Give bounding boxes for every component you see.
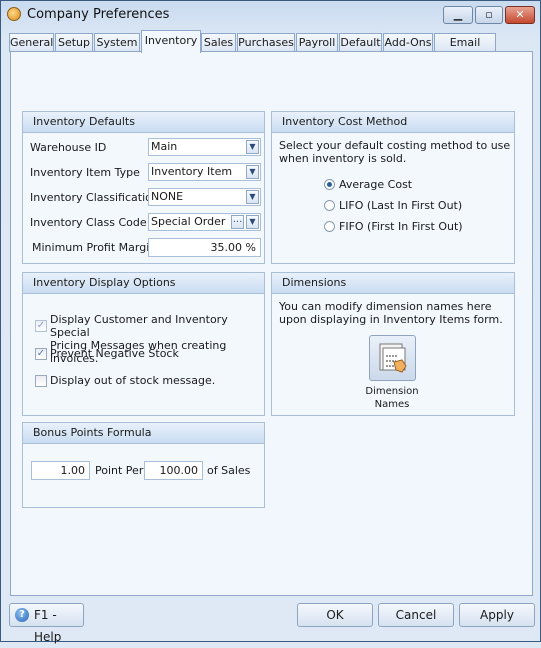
help-button[interactable]: ? F1 - Help bbox=[9, 603, 84, 644]
classification-value: NONE bbox=[151, 190, 184, 203]
prevent-negative-stock-label: Prevent Negative Stock bbox=[50, 347, 179, 360]
tab-setup[interactable]: Setup bbox=[55, 33, 93, 52]
apply-button[interactable]: Apply bbox=[459, 603, 535, 627]
of-sales-label: of Sales bbox=[207, 464, 251, 477]
group-title: Dimensions bbox=[272, 273, 514, 294]
classification-label: Inventory Classification bbox=[30, 191, 159, 204]
min-profit-label: Minimum Profit Margin bbox=[32, 241, 157, 254]
inventory-defaults-group: Inventory Defaults Warehouse ID Main ▼ In… bbox=[22, 111, 265, 264]
maximize-button[interactable]: ▫ bbox=[475, 6, 503, 24]
inventory-tab-panel: Inventory Defaults Warehouse ID Main ▼ In… bbox=[10, 51, 533, 596]
prevent-negative-stock-checkbox[interactable]: ✓ bbox=[35, 348, 47, 360]
item-type-label: Inventory Item Type bbox=[30, 166, 140, 179]
dimension-names-button[interactable] bbox=[369, 335, 416, 381]
dimension-names-label: Dimension Names bbox=[365, 386, 419, 410]
cancel-button[interactable]: Cancel bbox=[378, 603, 454, 627]
company-preferences-window: Company Preferences ▁ ▫ ✕ General Setup … bbox=[0, 0, 541, 644]
fifo-radio[interactable] bbox=[324, 221, 335, 232]
title-bar[interactable]: Company Preferences ▁ ▫ ✕ bbox=[1, 1, 540, 29]
tab-payroll[interactable]: Payroll bbox=[296, 33, 338, 52]
help-icon: ? bbox=[15, 608, 29, 622]
tab-general[interactable]: General bbox=[9, 33, 54, 52]
close-icon: ✕ bbox=[515, 8, 525, 21]
tab-system[interactable]: System bbox=[94, 33, 140, 52]
tab-purchases[interactable]: Purchases bbox=[237, 33, 295, 52]
group-title: Inventory Defaults bbox=[23, 112, 264, 133]
class-code-value: Special Order bbox=[151, 215, 226, 228]
warehouse-id-label: Warehouse ID bbox=[30, 141, 107, 154]
class-code-select[interactable]: Special Order... ▼ bbox=[148, 213, 261, 231]
item-type-value: Inventory Item bbox=[151, 165, 233, 178]
chevron-down-icon[interactable]: ▼ bbox=[246, 190, 259, 204]
points-input[interactable]: 1.00 bbox=[31, 461, 90, 480]
sales-amount-input[interactable]: 100.00 bbox=[144, 461, 203, 480]
app-logo-icon bbox=[7, 7, 21, 21]
average-cost-radio[interactable] bbox=[324, 179, 335, 190]
display-options-group: Inventory Display Options ✓ Display Cust… bbox=[22, 272, 265, 416]
close-button[interactable]: ✕ bbox=[505, 6, 535, 24]
group-title: Inventory Cost Method bbox=[272, 112, 514, 133]
chevron-down-icon[interactable]: ▼ bbox=[246, 165, 259, 179]
form-edit-icon bbox=[379, 343, 407, 373]
ok-button[interactable]: OK bbox=[297, 603, 373, 627]
class-code-label: Inventory Class Code bbox=[30, 216, 147, 229]
cost-method-group: Inventory Cost Method Select your defaul… bbox=[271, 111, 515, 264]
lifo-label[interactable]: LIFO (Last In First Out) bbox=[339, 199, 462, 212]
classification-select[interactable]: NONE ▼ bbox=[148, 188, 261, 206]
point-per-label: Point Per bbox=[95, 464, 144, 477]
bonus-points-group: Bonus Points Formula 1.00 Point Per 100.… bbox=[22, 422, 265, 508]
maximize-icon: ▫ bbox=[485, 8, 493, 21]
min-profit-input[interactable]: 35.00 % bbox=[148, 238, 261, 257]
window-title: Company Preferences bbox=[27, 7, 170, 22]
tab-sales[interactable]: Sales bbox=[201, 33, 236, 52]
warehouse-id-select[interactable]: Main ▼ bbox=[148, 138, 261, 156]
dimensions-description: You can modify dimension names here upon… bbox=[279, 300, 503, 326]
browse-button[interactable]: ... bbox=[231, 215, 244, 229]
item-type-select[interactable]: Inventory Item ▼ bbox=[148, 163, 261, 181]
tab-add-ons[interactable]: Add-Ons bbox=[383, 33, 433, 52]
out-of-stock-message-checkbox[interactable] bbox=[35, 375, 47, 387]
tab-email-setup[interactable]: Email Setup bbox=[434, 33, 496, 66]
minimize-icon: ▁ bbox=[453, 8, 463, 21]
lifo-radio[interactable] bbox=[324, 200, 335, 211]
tab-inventory[interactable]: Inventory bbox=[141, 30, 201, 53]
average-cost-label[interactable]: Average Cost bbox=[339, 178, 412, 191]
chevron-down-icon[interactable]: ▼ bbox=[246, 140, 259, 154]
out-of-stock-message-label: Display out of stock message. bbox=[50, 374, 216, 387]
fifo-label[interactable]: FIFO (First In First Out) bbox=[339, 220, 463, 233]
warehouse-id-value: Main bbox=[151, 140, 178, 153]
chevron-down-icon[interactable]: ▼ bbox=[246, 215, 259, 229]
minimize-button[interactable]: ▁ bbox=[443, 6, 473, 24]
dimensions-group: Dimensions You can modify dimension name… bbox=[271, 272, 515, 416]
help-label: F1 - Help bbox=[34, 608, 62, 644]
tab-default[interactable]: Default bbox=[339, 33, 382, 52]
group-title: Bonus Points Formula bbox=[23, 423, 264, 444]
special-pricing-checkbox[interactable]: ✓ bbox=[35, 320, 47, 332]
cost-method-description: Select your default costing method to us… bbox=[279, 139, 511, 165]
group-title: Inventory Display Options bbox=[23, 273, 264, 294]
